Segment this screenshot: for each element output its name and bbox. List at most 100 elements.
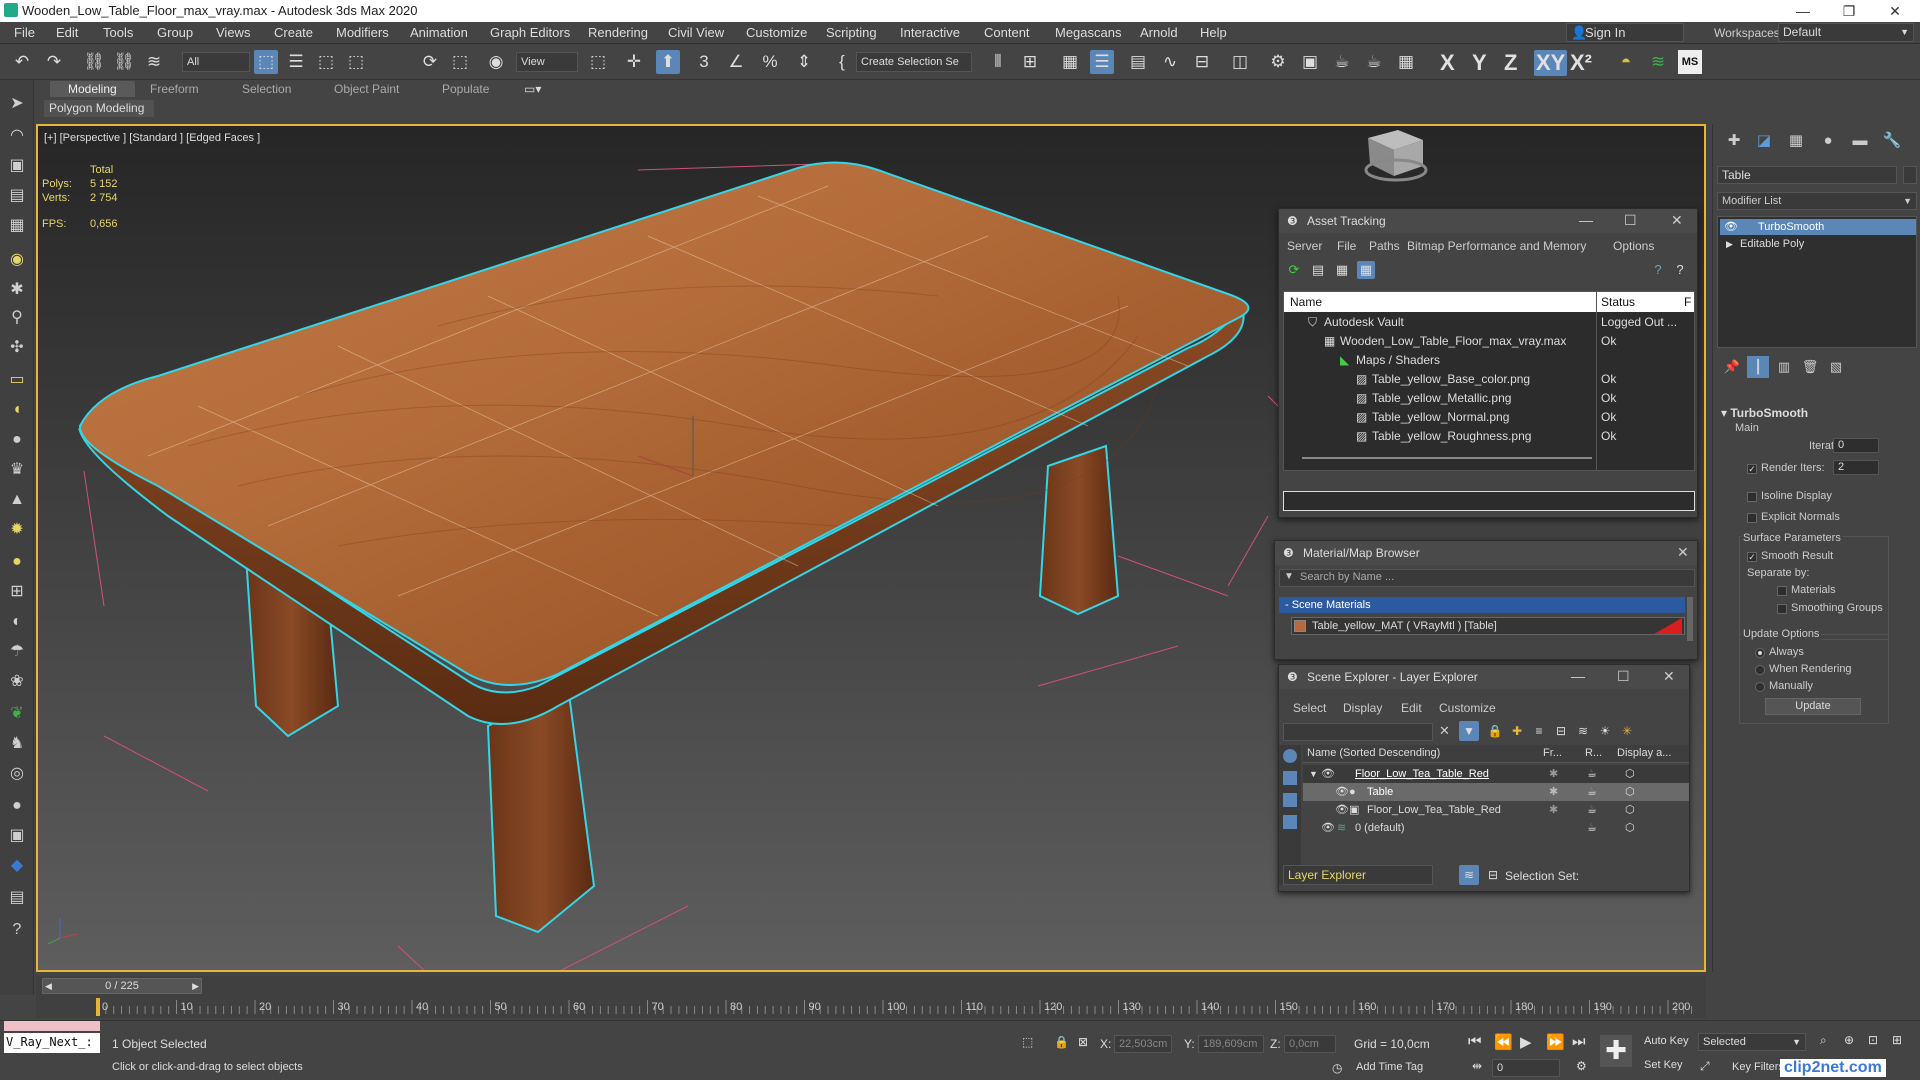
menu-tools[interactable]: Tools [103,25,133,40]
tool-icon[interactable]: ▣ [5,824,29,848]
tab-populate[interactable]: Populate [442,82,489,96]
list-icon[interactable]: ▤ [1309,261,1327,279]
tool-icon[interactable]: ◆ [5,854,29,878]
z-coordinate-field[interactable]: 0,0cm [1284,1035,1336,1053]
angle-snap-icon[interactable]: ∠ [724,50,748,74]
menu-rendering[interactable]: Rendering [588,25,648,40]
table-row[interactable]: ▨ Table_yellow_Base_color.png Ok [1286,370,1692,389]
light-icon[interactable]: ◉ [5,248,29,272]
absolute-mode-icon[interactable]: ⊠ [1078,1035,1088,1049]
stack-item-editable-poly[interactable]: ▶ Editable Poly [1720,236,1916,252]
display-tab-icon[interactable]: ▬ [1849,130,1871,152]
tool-icon[interactable]: ✣ [5,336,29,360]
menu-create[interactable]: Create [274,25,313,40]
tool-icon[interactable]: ▣ [5,154,29,178]
create-tab-icon[interactable]: ✚ [1723,130,1745,152]
layers-icon[interactable]: ≡ [1529,721,1549,741]
x-coordinate-field[interactable]: 22,503cm [1114,1035,1172,1053]
menu-scripting[interactable]: Scripting [826,25,877,40]
table-row[interactable]: ⛉ Autodesk Vault Logged Out ... [1286,313,1692,332]
smooth-result-checkbox[interactable]: ✓ [1747,552,1757,562]
refresh-icon[interactable]: ⟳ [1285,261,1303,279]
col-name[interactable]: Name [1290,295,1322,309]
workspace-dropdown[interactable]: Default ▼ [1778,23,1914,42]
time-slider[interactable]: ◀ 0 / 225 ▶ [42,978,202,994]
help-icon[interactable]: ? [1649,261,1667,279]
at-menu-options[interactable]: Options [1613,239,1654,253]
table-row[interactable]: ▨ Table_yellow_Metallic.png Ok [1286,389,1692,408]
turbosmooth-rollout[interactable]: ▾ TurboSmooth [1721,406,1808,420]
next-frame-icon[interactable]: ⏩ [1546,1033,1565,1051]
tool-icon[interactable]: ▤ [5,886,29,910]
pivot-icon[interactable]: ⬚ [586,50,610,74]
settings-icon[interactable]: ? [1671,261,1689,279]
move-icon[interactable]: ✛ [622,50,646,74]
megascans-icon[interactable]: MS [1678,50,1702,74]
modifier-list-dropdown[interactable]: Modifier List ▼ [1717,192,1917,210]
render-cloud-icon[interactable]: ▦ [1394,50,1418,74]
key-selection-dropdown[interactable]: Selected ▼ [1698,1033,1806,1051]
select-object-icon[interactable]: ⬚ [254,50,278,74]
list-item[interactable]: 👁 ▣ Floor_Low_Tea_Table_Red ✱ ☕ ⬡ [1303,801,1689,819]
maxscript-listener[interactable]: V_Ray_Next_: [4,1033,100,1053]
menu-group[interactable]: Group [157,25,193,40]
tool-icon[interactable]: ▭ [5,368,29,392]
material-item[interactable]: Table_yellow_MAT ( VRayMtl ) [Table] [1291,617,1685,635]
at-menu-paths[interactable]: Paths [1369,239,1400,253]
light-icon[interactable] [1283,793,1297,807]
set-key-button[interactable]: Set Key [1644,1059,1683,1071]
iterations-spinner[interactable]: 0 [1833,438,1879,453]
col-name[interactable]: Name (Sorted Descending) [1307,747,1440,759]
table-view-icon[interactable]: ▦ [1357,261,1375,279]
menu-modifiers[interactable]: Modifiers [336,25,389,40]
ribbon-polygon-modeling[interactable]: Polygon Modeling [44,100,154,117]
utilities-tab-icon[interactable]: 🔧 [1881,130,1903,152]
close-button[interactable]: ✕ [1872,0,1918,22]
viewport-label[interactable]: [+] [Perspective ] [Standard ] [Edged Fa… [44,132,260,144]
menu-content[interactable]: Content [984,25,1030,40]
maximize-icon[interactable]: ☐ [1624,212,1637,229]
schematic-view-icon[interactable]: ⊟ [1190,50,1214,74]
object-name-field[interactable]: Table [1717,166,1897,184]
render-iters-spinner[interactable]: 2 [1833,460,1879,475]
menu-arnold[interactable]: Arnold [1140,25,1178,40]
show-end-result-icon[interactable]: ┃ [1747,356,1769,378]
tool-icon[interactable]: ◐ [5,610,29,634]
go-end-icon[interactable]: ⏭ [1572,1033,1586,1050]
tab-freeform[interactable]: Freeform [150,82,199,96]
mirror-icon[interactable]: ⫴ [986,50,1010,74]
table-row[interactable]: ▦ Wooden_Low_Table_Floor_max_vray.max Ok [1286,332,1692,351]
close-icon[interactable]: ✕ [1677,544,1689,561]
add-layer-icon[interactable]: ✚ [1507,721,1527,741]
menu-megascans[interactable]: Megascans [1055,25,1121,40]
link-icon[interactable]: ⛓ [82,50,106,74]
tab-selection[interactable]: Selection [242,82,291,96]
when-rendering-radio[interactable] [1755,665,1765,675]
set-key-icon[interactable]: ✚ [1600,1035,1632,1067]
cursor-icon[interactable]: ➤ [5,92,29,116]
isoline-checkbox[interactable] [1747,492,1757,502]
bind-space-warp-icon[interactable]: ≋ [142,50,166,74]
asset-path-field[interactable] [1283,491,1695,511]
table-row[interactable]: ▨ Table_yellow_Normal.png Ok [1286,408,1692,427]
always-radio[interactable] [1755,648,1765,658]
key-filter-icon[interactable]: ⤢ [1700,1059,1710,1074]
remove-modifier-icon[interactable]: 🗑 [1799,356,1821,378]
zoom-icon[interactable]: ⌕ [1820,1033,1827,1048]
layer-explorer-dropdown[interactable]: Layer Explorer [1283,865,1433,885]
selection-filter-dropdown[interactable]: All [182,52,250,72]
snap-3d-icon[interactable]: 3 [692,50,716,74]
ribbon-toggle-icon[interactable]: ▤ [1126,50,1150,74]
explicit-normals-checkbox[interactable] [1747,513,1757,523]
zoom-all-icon[interactable]: ⊕ [1844,1033,1854,1047]
layers-icon[interactable]: ≋ [1646,50,1670,74]
go-start-icon[interactable]: ⏮ [1468,1033,1482,1050]
select-by-name-icon[interactable]: ☰ [284,50,308,74]
se-menu-select[interactable]: Select [1293,701,1326,715]
object-color-swatch[interactable] [1903,166,1917,184]
y-coordinate-field[interactable]: 189,609cm [1198,1035,1264,1053]
frame-ruler[interactable]: 0 10 20 30 40 50 60 70 80 90 100 110 120 130 140 150 160… [56,996,1696,1018]
undo-icon[interactable]: ↶ [10,50,34,74]
hierarchy-icon[interactable]: ⊟ [1483,865,1503,885]
keyboard-shortcut-icon[interactable]: ⬆ [656,50,680,74]
